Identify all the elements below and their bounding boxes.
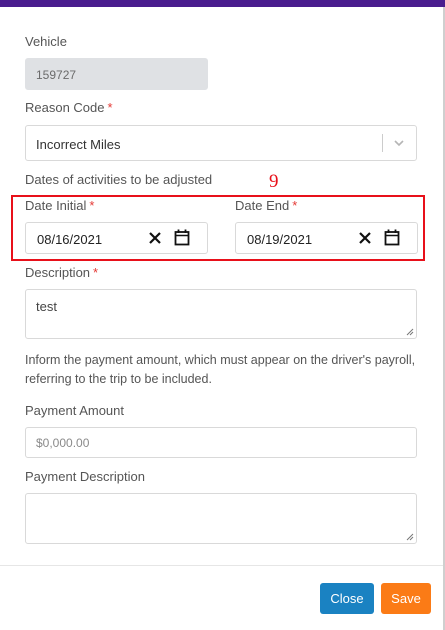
calendar-icon[interactable] xyxy=(174,229,190,246)
vehicle-field: 159727 xyxy=(25,58,208,90)
payment-amount-label: Payment Amount xyxy=(25,403,124,418)
date-end-value: 08/19/2021 xyxy=(247,232,313,247)
payment-amount-placeholder: $0,000.00 xyxy=(36,436,90,450)
resize-handle-icon[interactable] xyxy=(406,328,414,336)
select-separator xyxy=(382,134,383,152)
payment-amount-input[interactable]: $0,000.00 xyxy=(25,427,417,458)
payment-help-text: Inform the payment amount, which must ap… xyxy=(25,353,416,386)
description-value: test xyxy=(36,299,57,314)
footer-divider xyxy=(0,565,443,566)
required-mark: * xyxy=(107,100,113,115)
modal-header-bar xyxy=(0,0,445,7)
required-mark: * xyxy=(292,198,298,213)
date-initial-value: 08/16/2021 xyxy=(37,232,103,247)
description-label: Description * xyxy=(25,265,99,280)
date-initial-label: Date Initial * xyxy=(25,198,95,213)
date-initial-input[interactable]: 08/16/2021 xyxy=(25,222,208,254)
reason-code-label: Reason Code * xyxy=(25,100,113,115)
close-button[interactable]: Close xyxy=(320,583,374,614)
vehicle-value: 159727 xyxy=(36,68,77,82)
payment-description-label: Payment Description xyxy=(25,469,145,484)
close-icon[interactable] xyxy=(148,231,162,245)
date-end-input[interactable]: 08/19/2021 xyxy=(235,222,418,254)
vehicle-label: Vehicle xyxy=(25,34,67,49)
required-mark: * xyxy=(89,198,95,213)
required-mark: * xyxy=(93,265,99,280)
reason-code-value: Incorrect Miles xyxy=(36,137,121,152)
chevron-down-icon[interactable] xyxy=(392,136,406,150)
save-button[interactable]: Save xyxy=(381,583,431,614)
annotation-number: 9 xyxy=(269,171,279,192)
description-textarea[interactable]: test xyxy=(25,289,417,339)
dates-heading: Dates of activities to be adjusted xyxy=(25,172,213,187)
date-end-label: Date End * xyxy=(235,198,298,213)
reason-code-select[interactable]: Incorrect Miles xyxy=(25,125,417,161)
close-icon[interactable] xyxy=(358,231,372,245)
calendar-icon[interactable] xyxy=(384,229,400,246)
resize-handle-icon[interactable] xyxy=(406,533,414,541)
payment-description-textarea[interactable] xyxy=(25,493,417,544)
